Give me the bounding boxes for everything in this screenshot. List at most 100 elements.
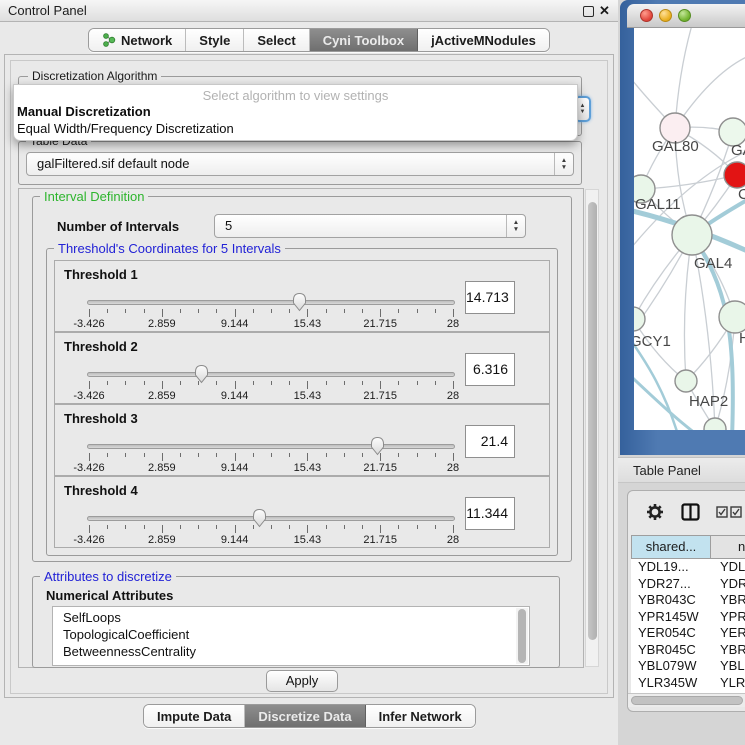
node-table: shared...na YDL19...YDL1YDR27...YDR2YBR0…	[631, 535, 745, 693]
table-cell[interactable]: YPR145W	[631, 609, 711, 626]
attributes-list[interactable]: SelfLoopsTopologicalCoefficientBetweenne…	[52, 606, 530, 666]
slider-tick	[289, 309, 290, 313]
table-row[interactable]: YBR043CYBR0	[631, 592, 745, 609]
threshold-value-field[interactable]: 14.713	[465, 281, 515, 314]
threshold-label: Threshold 3	[64, 411, 138, 426]
float-window-icon[interactable]	[583, 6, 594, 17]
column-header-shared[interactable]: shared...	[631, 535, 711, 559]
tab-impute-data[interactable]: Impute Data	[144, 705, 245, 727]
tab-select[interactable]: Select	[244, 29, 309, 51]
slider-tick	[125, 453, 126, 457]
scale-label: 9.144	[221, 462, 249, 474]
column-header-na[interactable]: na	[711, 535, 745, 559]
network-icon	[102, 33, 116, 47]
horizontal-scrollbar[interactable]	[628, 693, 745, 707]
slider-tick	[253, 381, 254, 385]
scrollbar-thumb[interactable]	[588, 202, 597, 640]
slider-tick	[326, 453, 327, 457]
table-cell[interactable]: YER0	[711, 625, 745, 642]
network-graph[interactable]: GAL80GACGAL11GAL4HGCY1HAP2	[634, 28, 745, 430]
slider-tick	[125, 525, 126, 529]
content-scrollbar[interactable]	[585, 189, 599, 667]
network-window-titlebar[interactable]	[627, 4, 745, 28]
attribute-item-selfloops[interactable]: SelfLoops	[53, 609, 529, 626]
columns-icon[interactable]	[681, 503, 700, 521]
network-node-h[interactable]	[719, 301, 745, 333]
attribute-item-betweennesscentrality[interactable]: BetweennessCentrality	[53, 643, 529, 660]
scrollbar-thumb[interactable]	[518, 609, 526, 663]
table-cell[interactable]: YBR0	[711, 642, 745, 659]
traffic-light-close-icon[interactable]	[640, 9, 653, 22]
slider-tick	[380, 309, 381, 317]
table-row[interactable]: YPR145WYPR1	[631, 609, 745, 626]
table-cell[interactable]: YBL079W	[631, 658, 711, 675]
network-node-c[interactable]	[724, 162, 745, 188]
dropdown-item-manual-discretization[interactable]: Manual Discretization	[17, 104, 151, 119]
network-canvas[interactable]: GAL80GACGAL11GAL4HGCY1HAP2	[634, 28, 745, 430]
threshold-value-field[interactable]: 6.316	[465, 353, 515, 386]
checkboxes-icon[interactable]	[716, 506, 742, 518]
tab-jactivemnodules[interactable]: jActiveMNodules	[418, 29, 549, 51]
table-data-combo[interactable]: galFiltered.sif default node ▲▼	[26, 152, 574, 176]
slider-track[interactable]	[87, 516, 455, 521]
attributes-list-scrollbar[interactable]	[516, 608, 528, 664]
control-panel-titlebar: Control Panel ✕	[0, 0, 618, 22]
num-intervals-combo[interactable]: 5 ▲▼	[214, 214, 526, 238]
tab-style[interactable]: Style	[186, 29, 244, 51]
tab-discretize-data[interactable]: Discretize Data	[245, 705, 365, 727]
table-row[interactable]: YLR345WYLR3	[631, 675, 745, 692]
table-cell[interactable]: YBR043C	[631, 592, 711, 609]
apply-button[interactable]: Apply	[266, 670, 338, 692]
algorithm-group-title: Discretization Algorithm	[28, 70, 161, 83]
table-row[interactable]: YDL19...YDL1	[631, 559, 745, 576]
table-cell[interactable]: YDL1	[711, 559, 745, 576]
table-row[interactable]: YER054CYER0	[631, 625, 745, 642]
scale-label: 28	[447, 390, 459, 402]
table-cell[interactable]: YBR045C	[631, 642, 711, 659]
tab-label: Network	[121, 33, 172, 48]
scrollbar-thumb[interactable]	[631, 696, 743, 705]
table-cell[interactable]: YDR27...	[631, 576, 711, 593]
slider-tick	[253, 309, 254, 313]
slider-track[interactable]	[87, 300, 455, 305]
slider-track[interactable]	[87, 372, 455, 377]
gear-icon[interactable]	[645, 502, 665, 522]
combo-stepper-icon[interactable]: ▲▼	[554, 153, 573, 175]
slider-tick	[198, 453, 199, 457]
control-panel: Control Panel ✕ Network StyleSelectCyni T…	[0, 0, 618, 745]
tab-cyni-toolbox[interactable]: Cyni Toolbox	[310, 29, 418, 51]
tab-infer-network[interactable]: Infer Network	[366, 705, 475, 727]
slider-tick	[125, 381, 126, 385]
table-cell[interactable]: YLR345W	[631, 675, 711, 692]
slider-tick	[289, 453, 290, 457]
combo-stepper-icon[interactable]: ▲▼	[506, 215, 525, 237]
slider-tick	[216, 525, 217, 529]
threshold-value-field[interactable]: 11.344	[465, 497, 515, 530]
traffic-light-zoom-icon[interactable]	[678, 9, 691, 22]
slider-tick	[162, 309, 163, 317]
table-cell[interactable]: YDL19...	[631, 559, 711, 576]
table-cell[interactable]: YBL0	[711, 658, 745, 675]
table-cell[interactable]: YLR3	[711, 675, 745, 692]
table-cell[interactable]: YPR1	[711, 609, 745, 626]
table-cell[interactable]: YDR2	[711, 576, 745, 593]
network-node-gcy1[interactable]	[634, 307, 645, 331]
network-node-gal4[interactable]	[672, 215, 712, 255]
table-cell[interactable]: YER054C	[631, 625, 711, 642]
slider-tick	[417, 381, 418, 385]
slider-track[interactable]	[87, 444, 455, 449]
traffic-light-minimize-icon[interactable]	[659, 9, 672, 22]
network-node[interactable]	[704, 418, 726, 430]
attribute-item-topologicalcoefficient[interactable]: TopologicalCoefficient	[53, 626, 529, 643]
table-row[interactable]: YBR045CYBR0	[631, 642, 745, 659]
table-row[interactable]: YBL079WYBL0	[631, 658, 745, 675]
tab-network[interactable]: Network	[89, 29, 186, 51]
network-node-hap2[interactable]	[675, 370, 697, 392]
table-row[interactable]: YDR27...YDR2	[631, 576, 745, 593]
scale-label: -3.426	[73, 318, 104, 330]
tab-label: Infer Network	[379, 709, 462, 724]
table-cell[interactable]: YBR0	[711, 592, 745, 609]
threshold-value-field[interactable]: 21.4	[465, 425, 515, 458]
close-icon[interactable]: ✕	[599, 3, 610, 19]
dropdown-item-equal-width-frequency[interactable]: Equal Width/Frequency Discretization	[17, 121, 234, 136]
